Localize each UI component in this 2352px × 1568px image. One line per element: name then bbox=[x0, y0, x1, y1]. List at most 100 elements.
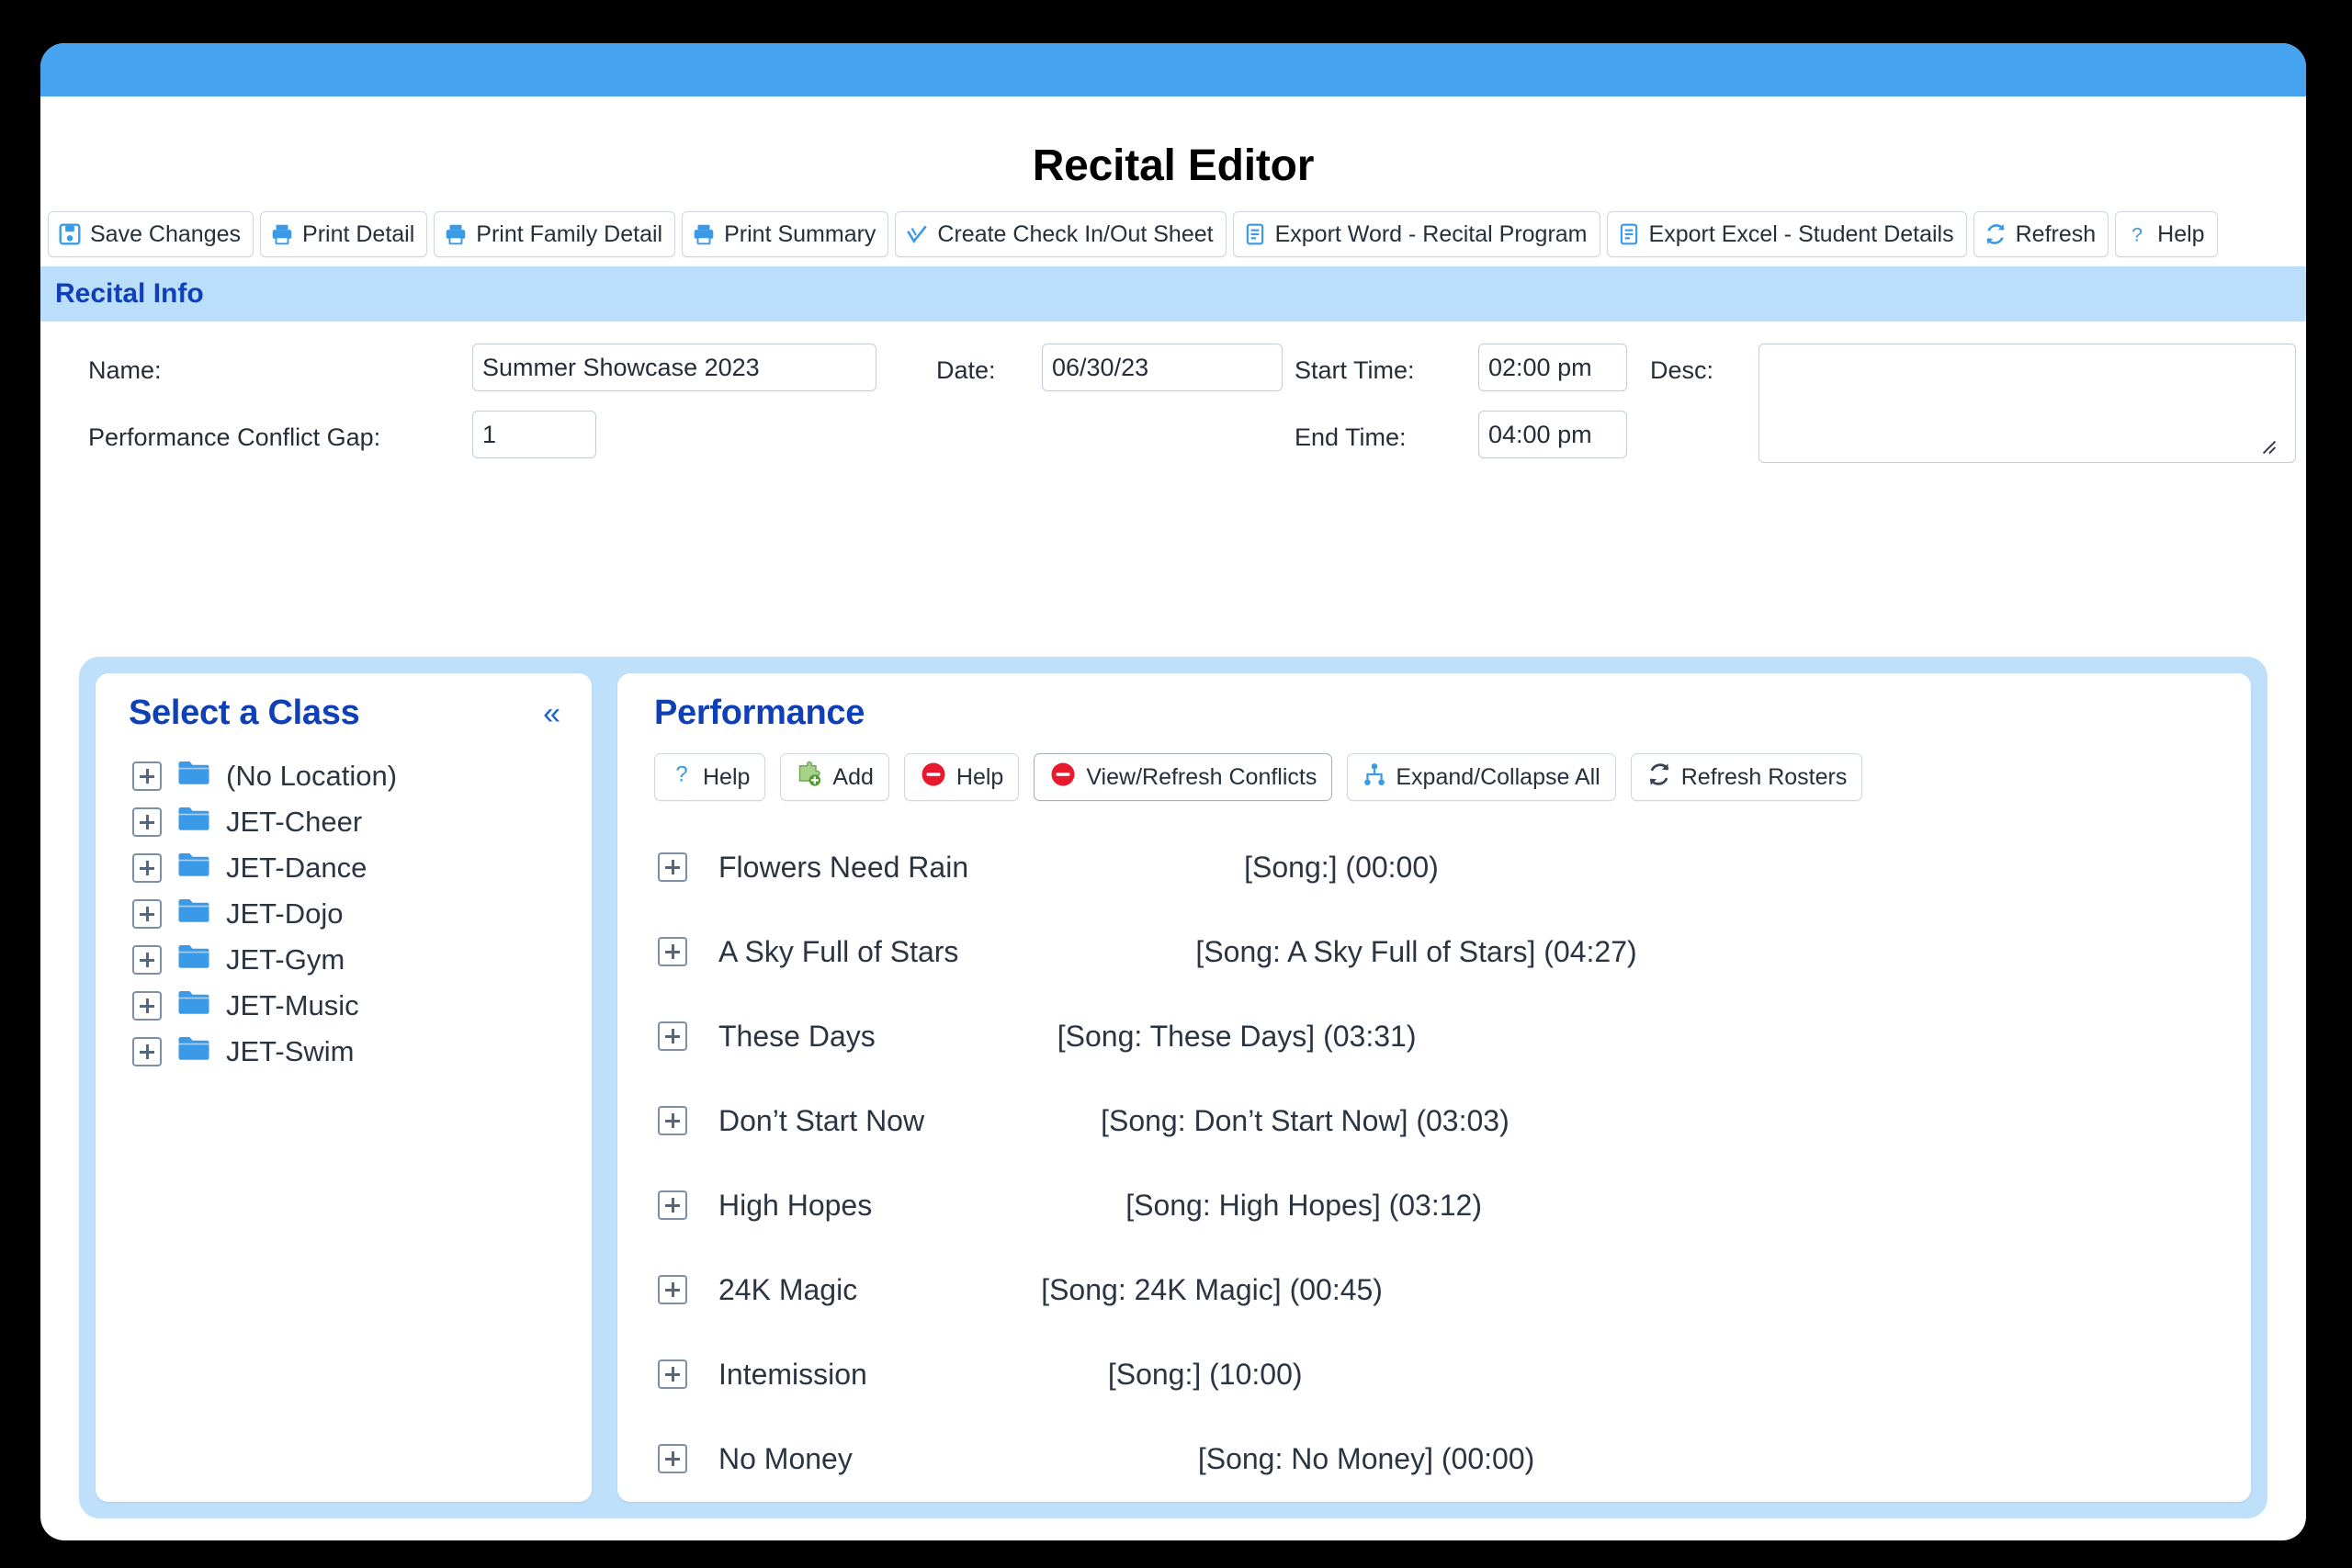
class-tree-item[interactable]: JET-Swim bbox=[112, 1029, 575, 1075]
button-label: Help bbox=[2157, 220, 2205, 247]
button-label: Export Word - Recital Program bbox=[1274, 220, 1588, 247]
start-time-label: Start Time: bbox=[1295, 356, 1415, 384]
class-tree-item[interactable]: JET-Gym bbox=[112, 937, 575, 983]
performance-song: [Song: No Money] (00:00) bbox=[1197, 1441, 1535, 1475]
performance-song: [Song:] (00:00) bbox=[1244, 850, 1439, 884]
export-excel-student-details-button[interactable]: Export Excel - Student Details bbox=[1606, 211, 1967, 257]
class-tree-item-label: JET-Gym bbox=[226, 943, 345, 976]
save-floppy-icon bbox=[58, 222, 82, 246]
class-tree-item-label: (No Location) bbox=[226, 760, 398, 792]
expand-plus-icon[interactable] bbox=[658, 1021, 687, 1051]
folder-icon bbox=[176, 897, 211, 931]
expand-plus-icon[interactable] bbox=[658, 852, 687, 882]
svg-text:?: ? bbox=[675, 761, 687, 786]
performance-row[interactable]: Flowers Need Rain [Song:] (00:00) bbox=[638, 825, 2231, 909]
print-summary-button[interactable]: Print Summary bbox=[682, 211, 889, 257]
recital-date-input[interactable] bbox=[1042, 344, 1283, 391]
refresh-icon bbox=[1646, 761, 1672, 794]
performance-name: Don’t Start Now bbox=[718, 1103, 925, 1137]
performance-row[interactable]: A Sky Full of Stars [Song: A Sky Full of… bbox=[638, 909, 2231, 994]
performance-song: [Song: High Hopes] (03:12) bbox=[1125, 1188, 1482, 1222]
save-changes-button[interactable]: Save Changes bbox=[48, 211, 254, 257]
question-mark-icon: ? bbox=[670, 761, 694, 794]
folder-icon bbox=[176, 988, 211, 1023]
performance-row[interactable]: These Days [Song: These Days] (03:31) bbox=[638, 994, 2231, 1078]
performance-name: These Days bbox=[718, 1019, 876, 1053]
expand-plus-icon[interactable] bbox=[132, 1037, 162, 1066]
start-time-input[interactable] bbox=[1478, 344, 1627, 391]
folder-icon bbox=[176, 759, 211, 794]
button-label: Create Check In/Out Sheet bbox=[937, 220, 1214, 247]
add-performance-button[interactable]: Add bbox=[780, 753, 889, 801]
expand-plus-icon[interactable] bbox=[132, 761, 162, 791]
expand-collapse-all-button[interactable]: Expand/Collapse All bbox=[1347, 753, 1616, 801]
performance-row[interactable]: Intemission [Song:] (10:00) bbox=[638, 1332, 2231, 1416]
class-tree-item[interactable]: JET-Dojo bbox=[112, 891, 575, 937]
expand-plus-icon[interactable] bbox=[132, 945, 162, 975]
class-tree-item-label: JET-Swim bbox=[226, 1035, 355, 1067]
expand-plus-icon[interactable] bbox=[658, 1275, 687, 1304]
class-tree-item[interactable]: JET-Dance bbox=[112, 845, 575, 891]
expand-plus-icon[interactable] bbox=[132, 807, 162, 837]
print-family-detail-button[interactable]: Print Family Detail bbox=[434, 211, 676, 257]
app-window: Recital Editor Save Changes Print Detail… bbox=[40, 43, 2306, 1540]
performance-row[interactable]: No Money [Song: No Money] (00:00) bbox=[638, 1416, 2231, 1501]
folder-icon bbox=[176, 805, 211, 840]
name-label: Name: bbox=[88, 356, 162, 384]
performance-row[interactable]: High Hopes [Song: High Hopes] (03:12) bbox=[638, 1163, 2231, 1247]
class-tree-item[interactable]: JET-Cheer bbox=[112, 799, 575, 845]
recital-name-input[interactable] bbox=[472, 344, 876, 391]
folder-icon bbox=[176, 851, 211, 886]
expand-plus-icon[interactable] bbox=[132, 991, 162, 1021]
refresh-rosters-button[interactable]: Refresh Rosters bbox=[1630, 753, 1863, 801]
folder-icon bbox=[176, 942, 211, 977]
performance-name: 24K Magic bbox=[718, 1272, 858, 1306]
collapse-sidebar-icon[interactable]: « bbox=[543, 698, 560, 729]
conflicts-help-button[interactable]: Help bbox=[903, 753, 1020, 801]
class-tree-item-label: JET-Dojo bbox=[226, 897, 344, 930]
question-mark-icon: ? bbox=[2125, 222, 2149, 246]
main-toolbar: Save Changes Print Detail Print Family D… bbox=[40, 211, 2306, 257]
description-textarea[interactable] bbox=[1758, 344, 2296, 463]
class-tree-item[interactable]: (No Location) bbox=[112, 753, 575, 799]
printer-icon bbox=[692, 222, 716, 246]
workspace: Select a Class « (No Location) JET-Cheer… bbox=[79, 657, 2267, 1518]
button-label: Expand/Collapse All bbox=[1396, 763, 1600, 790]
button-label: Refresh Rosters bbox=[1680, 763, 1848, 790]
help-button[interactable]: ? Help bbox=[2115, 211, 2218, 257]
minus-circle-icon bbox=[920, 761, 947, 795]
expand-plus-icon[interactable] bbox=[132, 899, 162, 929]
performance-row[interactable]: 24K Magic [Song: 24K Magic] (00:45) bbox=[638, 1247, 2231, 1332]
button-label: Help bbox=[703, 763, 751, 790]
performance-song: [Song: A Sky Full of Stars] (04:27) bbox=[1195, 934, 1637, 968]
refresh-button[interactable]: Refresh bbox=[1973, 211, 2109, 257]
printer-icon bbox=[270, 222, 294, 246]
class-tree-item[interactable]: JET-Music bbox=[112, 983, 575, 1029]
select-a-class-panel: Select a Class « (No Location) JET-Cheer… bbox=[96, 673, 592, 1502]
recital-info-form: Name: Performance Conflict Gap: Date: St… bbox=[40, 321, 2306, 514]
class-tree-item-label: JET-Dance bbox=[226, 852, 368, 884]
performance-name: Intemission bbox=[718, 1357, 867, 1391]
recital-info-band: Recital Info bbox=[40, 266, 2306, 321]
create-check-in-out-sheet-button[interactable]: Create Check In/Out Sheet bbox=[895, 211, 1227, 257]
performance-conflict-gap-input[interactable] bbox=[472, 411, 596, 458]
expand-plus-icon[interactable] bbox=[658, 1444, 687, 1473]
hierarchy-icon bbox=[1363, 761, 1386, 794]
export-word-recital-program-button[interactable]: Export Word - Recital Program bbox=[1232, 211, 1600, 257]
expand-plus-icon[interactable] bbox=[658, 1359, 687, 1389]
end-time-input[interactable] bbox=[1478, 411, 1627, 458]
print-detail-button[interactable]: Print Detail bbox=[260, 211, 428, 257]
performance-song: [Song: Don’t Start Now] (03:03) bbox=[1101, 1103, 1510, 1137]
select-a-class-header: Select a Class « bbox=[112, 694, 575, 733]
performance-help-button[interactable]: ? Help bbox=[654, 753, 766, 801]
performance-row[interactable]: Don’t Start Now [Song: Don’t Start Now] … bbox=[638, 1078, 2231, 1163]
folder-icon bbox=[176, 1034, 211, 1069]
performance-name: No Money bbox=[718, 1441, 853, 1475]
expand-plus-icon[interactable] bbox=[132, 853, 162, 883]
expand-plus-icon[interactable] bbox=[658, 937, 687, 966]
button-label: Print Summary bbox=[724, 220, 876, 247]
expand-plus-icon[interactable] bbox=[658, 1106, 687, 1135]
performance-list: Flowers Need Rain [Song:] (00:00) A Sky … bbox=[638, 825, 2231, 1501]
view-refresh-conflicts-button[interactable]: View/Refresh Conflicts bbox=[1034, 753, 1333, 801]
expand-plus-icon[interactable] bbox=[658, 1190, 687, 1220]
